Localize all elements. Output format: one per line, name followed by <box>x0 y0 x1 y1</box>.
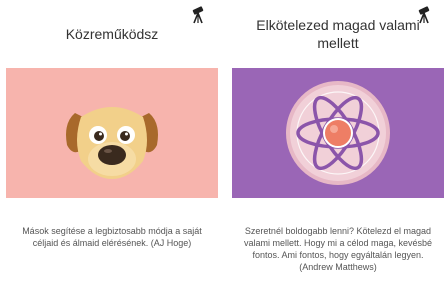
card-title: Elkötelezed magad valami mellett <box>256 17 420 51</box>
telescope-icon[interactable] <box>416 6 432 24</box>
dog-face-illustration <box>66 107 158 179</box>
card-header: Elkötelezed magad valami mellett <box>232 0 444 68</box>
card-quote: Mások segítése a legbiztosabb módja a sa… <box>22 226 202 248</box>
card-title: Közreműködsz <box>65 26 159 42</box>
card-illustration-area <box>6 68 218 198</box>
telescope-icon[interactable] <box>190 6 206 24</box>
card-header: Közreműködsz <box>6 0 218 68</box>
card-elkotelezed[interactable]: Elkötelezed magad valami mellett Szeretn… <box>232 0 444 299</box>
card-illustration-area <box>232 68 444 198</box>
card-quote: Szeretnél boldogabb lenni? Kötelezd el m… <box>243 226 433 272</box>
atom-illustration <box>286 81 390 185</box>
card-kozremukodsz[interactable]: Közreműködsz Mások segítése a legbiztosa… <box>6 0 218 299</box>
